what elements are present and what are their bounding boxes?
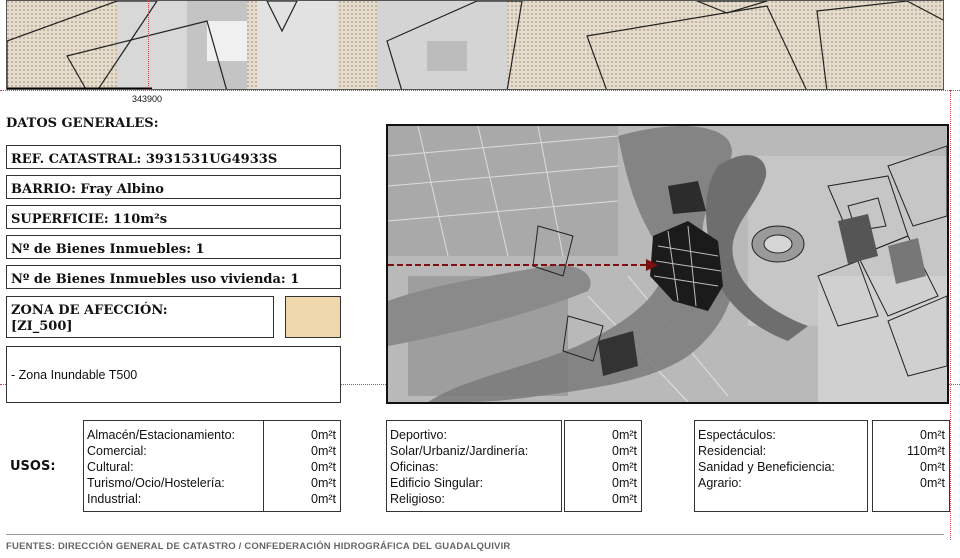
usos-item-name: Solar/Urbaniz/Jardinería: <box>390 444 529 458</box>
usos-item-value: 0m²t <box>311 492 336 506</box>
usos-item-name: Religioso: <box>390 492 445 506</box>
usos-item-value: 0m²t <box>311 428 336 442</box>
usos-item-value: 0m²t <box>612 428 637 442</box>
zona-afeccion-field: ZONA DE AFECCIÓN: [ZI_500] <box>6 296 274 338</box>
usos-item-value: 110m²t <box>907 444 945 458</box>
usos-label: USOS: <box>10 459 56 474</box>
usos-item-name: Industrial: <box>87 492 142 506</box>
scale-label: 343900 <box>132 94 163 104</box>
usos-item-value: 0m²t <box>920 460 945 474</box>
zona-description-box: - Zona Inundable T500 <box>6 346 341 403</box>
location-map <box>386 124 949 404</box>
usos-item-value: 0m²t <box>311 444 336 458</box>
zona-color-swatch <box>285 296 341 338</box>
usos-item-name: Almacén/Estacionamiento: <box>87 428 235 442</box>
usos-item-value: 0m²t <box>612 444 637 458</box>
usos-item-name: Turismo/Ocio/Hostelería: <box>87 476 225 490</box>
usos-item-value: 0m²t <box>311 460 336 474</box>
general-heading: DATOS GENERALES: <box>6 116 159 131</box>
n-bienes-field: Nº de Bienes Inmuebles: 1 <box>6 235 341 259</box>
usos-col3-names: Espectáculos: Residencial: Sanidad y Benef… <box>694 420 868 512</box>
barrio-field: BARRIO: Fray Albino <box>6 175 341 199</box>
guide-line-vertical-left <box>148 0 149 90</box>
usos-item-name: Oficinas: <box>390 460 439 474</box>
usos-item-value: 0m²t <box>920 476 945 490</box>
usos-item-name: Comercial: <box>87 444 147 458</box>
usos-item-value: 0m²t <box>612 476 637 490</box>
usos-item-value: 0m²t <box>612 492 637 506</box>
usos-item-name: Edificio Singular: <box>390 476 484 490</box>
guide-line-vertical-right <box>950 90 951 540</box>
usos-col2-names: Deportivo: Solar/Urbaniz/Jardinería: Ofici… <box>386 420 562 512</box>
guide-line-horizontal-top <box>0 90 960 91</box>
ref-catastral-field: REF. CATASTRAL: 3931531UG4933S <box>6 145 341 169</box>
top-map <box>6 0 944 90</box>
usos-col2-values: 0m²t 0m²t 0m²t 0m²t 0m²t <box>564 420 642 512</box>
usos-col1-names: Almacén/Estacionamiento: Comercial: Cultur… <box>83 420 265 512</box>
footer-rule <box>6 534 944 535</box>
usos-item-name: Agrario: <box>698 476 742 490</box>
usos-item-name: Residencial: <box>698 444 767 458</box>
zona-afeccion-code: [ZI_500] <box>11 319 73 334</box>
usos-item-value: 0m²t <box>612 460 637 474</box>
usos-item-name: Sanidad y Beneficiencia: <box>698 460 835 474</box>
usos-item-name: Deportivo: <box>390 428 447 442</box>
usos-item-value: 0m²t <box>920 428 945 442</box>
superficie-field: SUPERFICIE: 110m²s <box>6 205 341 229</box>
footer-sources: FUENTES: DIRECCIÓN GENERAL DE CATASTRO /… <box>6 541 511 552</box>
usos-item-name: Espectáculos: <box>698 428 776 442</box>
zona-afeccion-label: ZONA DE AFECCIÓN: <box>11 303 168 318</box>
usos-col1-values: 0m²t 0m²t 0m²t 0m²t 0m²t <box>263 420 341 512</box>
n-bienes-vivienda-field: Nº de Bienes Inmuebles uso vivienda: 1 <box>6 265 341 289</box>
usos-col3-values: 0m²t 110m²t 0m²t 0m²t <box>872 420 950 512</box>
usos-item-value: 0m²t <box>311 476 336 490</box>
location-map-graphic <box>388 126 947 402</box>
zona-description: - Zona Inundable T500 <box>11 368 138 382</box>
usos-item-name: Cultural: <box>87 460 134 474</box>
